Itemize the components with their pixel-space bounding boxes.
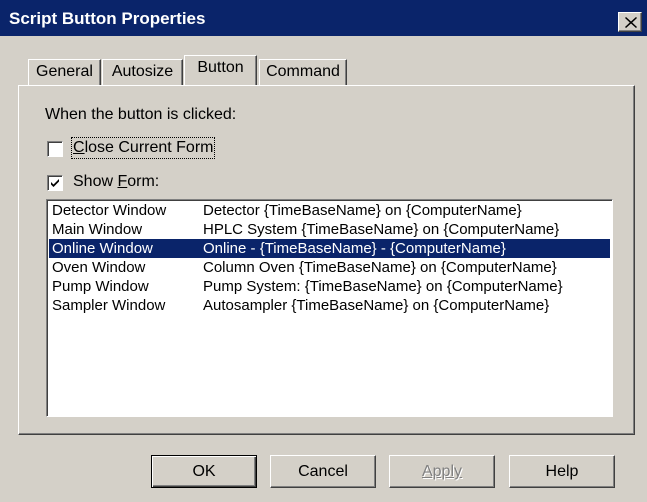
help-button[interactable]: Help xyxy=(509,455,615,488)
show-form-label[interactable]: Show Form: xyxy=(73,173,159,191)
apply-button[interactable]: Apply xyxy=(389,455,495,488)
close-icon xyxy=(625,17,637,28)
form-caption: HPLC System {TimeBaseName} on {ComputerN… xyxy=(203,221,560,238)
tab-command-label: Command xyxy=(266,63,340,80)
tab-autosize[interactable]: Autosize xyxy=(102,59,183,85)
ok-button-label: OK xyxy=(192,463,216,480)
form-name: Sampler Window xyxy=(52,297,166,314)
form-caption: Autosampler {TimeBaseName} on {ComputerN… xyxy=(203,297,550,314)
apply-button-label: Apply xyxy=(421,463,463,480)
window-title: Script Button Properties xyxy=(9,9,206,28)
form-caption: Online - {TimeBaseName} - {ComputerName} xyxy=(203,240,506,257)
form-caption: Detector {TimeBaseName} on {ComputerName… xyxy=(203,202,522,219)
list-item[interactable]: Detector Window Detector {TimeBaseName} … xyxy=(49,201,610,220)
form-name: Online Window xyxy=(52,240,153,257)
list-item[interactable]: Pump Window Pump System: {TimeBaseName} … xyxy=(49,277,610,296)
checkmark-icon xyxy=(51,179,59,187)
tab-button[interactable]: Button xyxy=(184,55,257,85)
list-item[interactable]: Main Window HPLC System {TimeBaseName} o… xyxy=(49,220,610,239)
cancel-button[interactable]: Cancel xyxy=(270,455,376,488)
tab-button-label: Button xyxy=(197,59,244,76)
close-current-form-checkbox[interactable] xyxy=(47,141,63,157)
form-list[interactable]: Detector Window Detector {TimeBaseName} … xyxy=(46,199,613,417)
tab-general-label: General xyxy=(36,63,93,80)
tab-general[interactable]: General xyxy=(28,59,101,85)
close-current-form-label[interactable]: Close Current Form xyxy=(70,137,216,159)
tab-command[interactable]: Command xyxy=(259,59,347,85)
form-name: Pump Window xyxy=(52,278,149,295)
title-bar[interactable]: Script Button Properties xyxy=(0,0,647,36)
script-button-properties-dialog: Script Button Properties General Autosiz… xyxy=(0,0,647,502)
click-action-prompt: When the button is clicked: xyxy=(45,106,237,123)
list-item-selected[interactable]: Online Window Online - {TimeBaseName} - … xyxy=(49,239,610,258)
list-item[interactable]: Oven Window Column Oven {TimeBaseName} o… xyxy=(49,258,610,277)
tab-autosize-label: Autosize xyxy=(111,63,174,80)
form-caption: Pump System: {TimeBaseName} on {Computer… xyxy=(203,278,563,295)
show-form-checkbox[interactable] xyxy=(47,175,63,191)
form-name: Detector Window xyxy=(52,202,167,219)
form-caption: Column Oven {TimeBaseName} on {ComputerN… xyxy=(203,259,557,276)
help-button-label: Help xyxy=(545,463,579,480)
ok-button[interactable]: OK xyxy=(151,455,257,488)
cancel-button-label: Cancel xyxy=(298,463,348,480)
list-item[interactable]: Sampler Window Autosampler {TimeBaseName… xyxy=(49,296,610,315)
form-name: Main Window xyxy=(52,221,143,238)
form-name: Oven Window xyxy=(52,259,146,276)
close-button[interactable] xyxy=(618,12,642,32)
